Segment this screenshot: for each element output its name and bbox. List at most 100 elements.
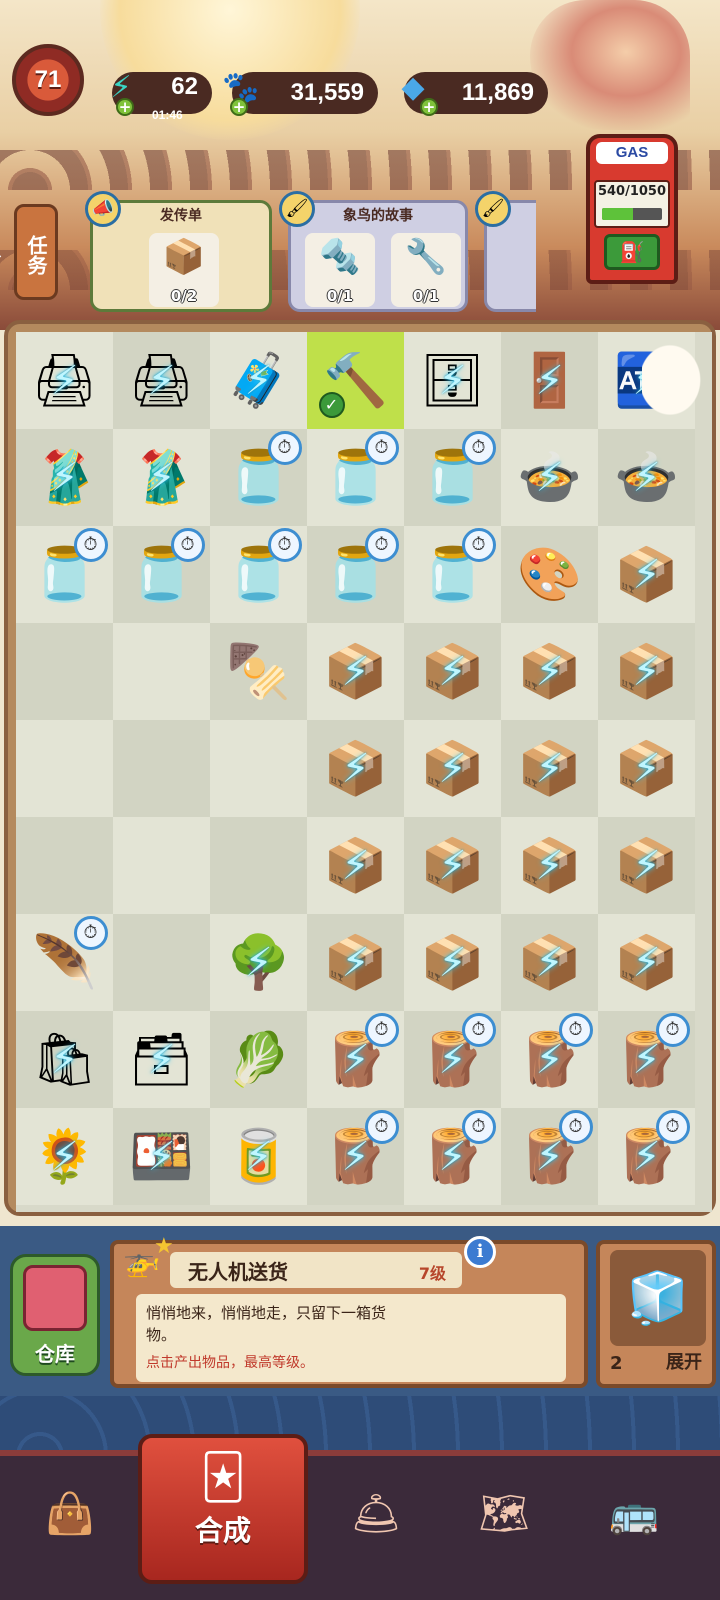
board-cell[interactable]: 📦 ⚡ (404, 817, 501, 914)
board-cell[interactable]: 🍱 ⚡ (113, 1108, 210, 1205)
board-cell[interactable]: 📦 ⚡ (598, 720, 695, 817)
tunic-item[interactable]: 🥻 ⚡ (123, 439, 201, 517)
hotpot-item[interactable]: 🍲 ⚡ (511, 439, 589, 517)
board-cell[interactable]: 🪶 ⏱ (16, 914, 113, 1011)
board-cell[interactable] (210, 720, 307, 817)
board-cell[interactable]: 🖨 ⚡ (16, 332, 113, 429)
firewood-bundle-item[interactable]: 🪵 ⚡ ⏱ (317, 1012, 399, 1099)
board-cell[interactable]: 🫙 ⏱ (210, 526, 307, 623)
drone-delivery-item[interactable]: 📦 ⚡ (511, 633, 589, 711)
herb-tray-item[interactable]: 🥬 (220, 1021, 298, 1099)
peacock-feather-item[interactable]: 🪶 ⏱ (26, 915, 108, 1002)
board-cell[interactable] (113, 720, 210, 817)
warehouse-button[interactable]: 仓库 (10, 1254, 100, 1376)
board-cell[interactable]: 📦 ⚡ (404, 914, 501, 1011)
player-level-badge[interactable]: 71 (12, 44, 84, 116)
goods-rack-item[interactable]: 🗃 ⚡ (123, 1021, 201, 1099)
nav-map-button[interactable]: 🗺 (444, 1458, 564, 1568)
info-button[interactable]: i (464, 1236, 496, 1268)
task-tab[interactable]: 任务 ⌄ (0, 204, 58, 300)
firewood-bundle-item[interactable]: 🪵 ⚡ ⏱ (608, 1012, 690, 1099)
drone-delivery-item[interactable]: 📦 ⚡ (511, 827, 589, 905)
board-cell[interactable]: 🌳 ⚡ (210, 914, 307, 1011)
add-gems-button[interactable]: + (420, 98, 438, 116)
add-coins-button[interactable]: + (230, 98, 248, 116)
add-energy-button[interactable]: + (116, 98, 134, 116)
board-cell[interactable]: 🫙 ⏱ (404, 429, 501, 526)
order-card-story[interactable]: 🖌 象鸟的故事 🔩 0/1 🔧 0/1 (279, 191, 468, 312)
ink-bottle-item[interactable]: 🫙 ⏱ (317, 430, 399, 517)
board-cell[interactable]: 🥫 ⚡ (210, 1108, 307, 1205)
drone-delivery-item[interactable]: 📦 ⚡ (608, 827, 686, 905)
nav-merge-button[interactable]: 🃏 合成 (138, 1434, 308, 1584)
board-cell[interactable] (16, 817, 113, 914)
board-cell[interactable]: 🫙 ⏱ (307, 526, 404, 623)
board-cell[interactable]: 🫙 ⏱ (404, 526, 501, 623)
drone-delivery-item[interactable]: 📦 ⚡ (608, 633, 686, 711)
board-cell[interactable]: 🪵 ⚡ ⏱ (404, 1011, 501, 1108)
drone-delivery-item[interactable]: 📦 ⚡ (608, 730, 686, 808)
hotpot-item[interactable]: 🍲 ⚡ (608, 439, 686, 517)
firewood-bundle-item[interactable]: 🪵 ⚡ ⏱ (511, 1109, 593, 1196)
board-cell[interactable]: 📦 ⚡ (501, 720, 598, 817)
board-cell[interactable]: 🚪 ⚡ (501, 332, 598, 429)
drone-delivery-item[interactable]: 📦 ⚡ (414, 633, 492, 711)
board-cell[interactable]: 🫙 ⏱ (113, 526, 210, 623)
board-cell[interactable]: 🍲 ⚡ (598, 429, 695, 526)
firewood-bundle-item[interactable]: 🪵 ⚡ ⏱ (414, 1109, 496, 1196)
firewood-bundle-item[interactable]: 🪵 ⚡ ⏱ (317, 1109, 399, 1196)
drone-delivery-item[interactable]: 📦 ⚡ (414, 827, 492, 905)
board-cell[interactable]: 🔨 ✓ (307, 332, 404, 429)
board-cell[interactable] (113, 623, 210, 720)
board-cell[interactable]: 📦 ⚡ (598, 914, 695, 1011)
board-cell[interactable] (16, 720, 113, 817)
firewood-bundle-item[interactable]: 🪵 ⚡ ⏱ (511, 1012, 593, 1099)
nav-shop-button[interactable]: 👜 (10, 1458, 130, 1568)
paint-box-item[interactable]: 🎨 (511, 536, 589, 614)
board-cell[interactable] (113, 914, 210, 1011)
wardrobe-item[interactable]: 🧳 ⚡ (220, 342, 298, 420)
board-cell[interactable] (16, 623, 113, 720)
flower-cart-item[interactable]: 🌻 ⚡ (26, 1118, 104, 1196)
board-cell[interactable]: 🪵 ⚡ ⏱ (307, 1108, 404, 1205)
printer-item[interactable]: 🖨 ⚡ (123, 342, 201, 420)
board-cell[interactable]: 🫙 ⏱ (210, 429, 307, 526)
board-cell[interactable]: 📦 ⚡ (598, 526, 695, 623)
board-cell[interactable]: 🪵 ⚡ ⏱ (598, 1108, 695, 1205)
board-cell[interactable]: 🍲 ⚡ (501, 429, 598, 526)
bonsai-tree-item[interactable]: 🌳 ⚡ (220, 924, 298, 1002)
board-cell[interactable]: 📦 ⚡ (307, 623, 404, 720)
board-cell[interactable]: 🎨 (501, 526, 598, 623)
firewood-bundle-item[interactable]: 🪵 ⚡ ⏱ (608, 1109, 690, 1196)
nav-restaurant-button[interactable]: 🛎 (316, 1458, 436, 1568)
food-showcase-item[interactable]: 🍱 ⚡ (123, 1118, 201, 1196)
ink-bottle-item[interactable]: 🫙 ⏱ (414, 430, 496, 517)
board-cell[interactable]: 🍢 (210, 623, 307, 720)
board-cell[interactable] (210, 817, 307, 914)
ink-bottle-item[interactable]: 🫙 ⏱ (220, 430, 302, 517)
ink-bottle-item[interactable]: 🫙 ⏱ (414, 527, 496, 614)
drone-delivery-item[interactable]: 📦 ⚡ (317, 730, 395, 808)
printer-item[interactable]: 🖨 ⚡ (26, 342, 104, 420)
board-cell[interactable]: 🌻 ⚡ (16, 1108, 113, 1205)
drone-delivery-item[interactable]: 📦 ⚡ (511, 924, 589, 1002)
board-cell[interactable]: 📦 ⚡ (404, 623, 501, 720)
board-cell[interactable]: 🪵 ⚡ ⏱ (598, 1011, 695, 1108)
board-cell[interactable]: 🪵 ⚡ ⏱ (501, 1108, 598, 1205)
safe-item[interactable]: 🗄 ⚡ (414, 342, 492, 420)
nav-bus-button[interactable]: 🚌 (574, 1458, 694, 1568)
tunic-item[interactable]: 🥻 ⚡ (26, 439, 104, 517)
skewer-cards-item[interactable]: 🍢 (220, 633, 298, 711)
drone-delivery-item[interactable]: 📦 ⚡ (317, 827, 395, 905)
gas-pump[interactable]: GAS 540/1050 ⛽ (586, 134, 678, 284)
board-cell[interactable]: 🗃 ⚡ (113, 1011, 210, 1108)
drone-delivery-item[interactable]: 📦 ⚡ (317, 633, 395, 711)
expand-panel[interactable]: 🧊 2 展开 (596, 1240, 716, 1388)
drone-delivery-item[interactable]: 📦 ⚡ (511, 730, 589, 808)
board-cell[interactable]: 📦 ⚡ (501, 914, 598, 1011)
board-cell[interactable]: 🖨 ⚡ (113, 332, 210, 429)
canned-jar-item[interactable]: 🥫 ⚡ (220, 1118, 298, 1196)
shop-shelf-item[interactable]: 🛍 ⚡ (26, 1021, 104, 1099)
board-cell[interactable] (113, 817, 210, 914)
hammer-item[interactable]: 🔨 ✓ (317, 342, 395, 420)
